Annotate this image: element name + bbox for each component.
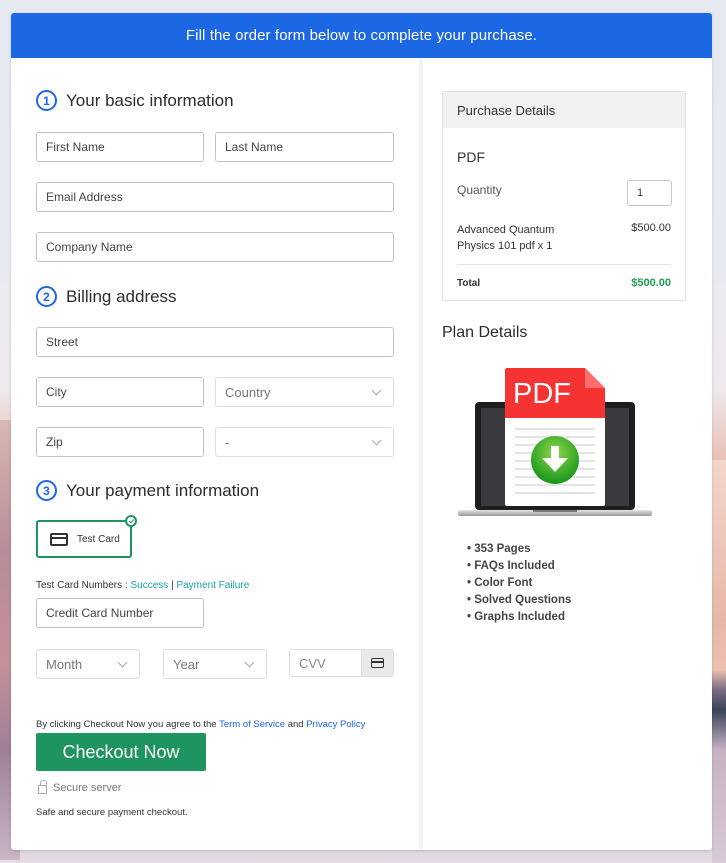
- item-name-line2: Physics 101 pdf x 1: [457, 240, 553, 252]
- month-select[interactable]: Month: [36, 649, 140, 679]
- purchase-details-header: Purchase Details: [443, 92, 685, 128]
- summary-column: Purchase Details PDF Quantity 1 Advanced…: [423, 58, 712, 850]
- agreement-prefix: By clicking Checkout Now you agree to th…: [36, 719, 217, 730]
- cvv-input[interactable]: CVV: [290, 650, 361, 676]
- background-landscape-right: [712, 460, 726, 863]
- total-label: Total: [457, 278, 481, 289]
- checkout-now-button[interactable]: Checkout Now: [36, 733, 206, 771]
- section-billing: 2 Billing address: [36, 286, 177, 307]
- total-value: $500.00: [631, 277, 671, 289]
- product-type: PDF: [457, 149, 485, 165]
- step-number-badge: 2: [36, 286, 57, 307]
- secure-server-label: Secure server: [53, 782, 122, 794]
- company-input[interactable]: Company Name: [36, 232, 394, 262]
- feature-item: Solved Questions: [467, 592, 571, 609]
- summary-divider: [457, 264, 671, 265]
- step-number-badge: 3: [36, 480, 57, 501]
- year-select[interactable]: Year: [163, 649, 267, 679]
- item-price: $500.00: [631, 222, 671, 234]
- city-input[interactable]: City: [36, 377, 204, 407]
- link-separator: |: [171, 580, 174, 591]
- secure-checkout-note: Safe and secure payment checkout.: [36, 807, 188, 818]
- feature-item: FAQs Included: [467, 558, 571, 575]
- terms-of-service-link[interactable]: Term of Service: [219, 719, 285, 730]
- plan-features-list: 353 Pages FAQs Included Color Font Solve…: [467, 541, 571, 626]
- credit-card-icon: [371, 658, 384, 668]
- form-column: 1 Your basic information First Name Last…: [11, 58, 419, 850]
- payment-method-label: Test Card: [77, 533, 120, 545]
- state-select-value: -: [225, 434, 230, 450]
- street-input[interactable]: Street: [36, 327, 394, 357]
- cvv-card-icon-addon: [361, 650, 393, 676]
- top-banner: Fill the order form below to complete yo…: [11, 13, 712, 58]
- test-card-numbers: Test Card Numbers : Success | Payment Fa…: [36, 580, 249, 591]
- section-basic-info: 1 Your basic information: [36, 90, 234, 111]
- last-name-input[interactable]: Last Name: [215, 132, 394, 162]
- order-form-card: Fill the order form below to complete yo…: [11, 13, 712, 850]
- test-card-numbers-label: Test Card Numbers :: [36, 580, 128, 591]
- first-name-input[interactable]: First Name: [36, 132, 204, 162]
- download-icon: [531, 436, 579, 484]
- country-select[interactable]: Country: [215, 377, 394, 407]
- credit-card-icon: [50, 532, 68, 546]
- chevron-down-icon: [371, 385, 382, 395]
- agreement-and: and: [287, 719, 304, 730]
- agreement-text: By clicking Checkout Now you agree to th…: [36, 719, 365, 730]
- section-title: Billing address: [66, 286, 177, 306]
- plan-details-title: Plan Details: [442, 324, 528, 341]
- quantity-input[interactable]: 1: [627, 180, 672, 206]
- quantity-label: Quantity: [457, 183, 502, 197]
- payment-failure-link[interactable]: Payment Failure: [176, 580, 249, 591]
- purchase-details-panel: Purchase Details PDF Quantity 1 Advanced…: [442, 91, 686, 301]
- payment-method-test-card[interactable]: Test Card: [36, 515, 137, 558]
- month-select-value: Month: [46, 656, 83, 672]
- section-title: Your payment information: [66, 480, 260, 500]
- step-number-badge: 1: [36, 90, 57, 111]
- pdf-label: PDF: [513, 378, 571, 410]
- chevron-down-icon: [117, 657, 128, 667]
- banner-text: Fill the order form below to complete yo…: [185, 27, 538, 44]
- pdf-download-illustration: PDF: [458, 368, 652, 516]
- item-name-line1: Advanced Quantum: [457, 224, 555, 236]
- country-select-value: Country: [225, 384, 271, 400]
- section-title: Your basic information: [66, 90, 234, 110]
- item-description: Advanced Quantum Physics 101 pdf x 1: [457, 222, 554, 254]
- zip-input[interactable]: Zip: [36, 427, 204, 457]
- feature-item: Graphs Included: [467, 609, 571, 626]
- privacy-policy-link[interactable]: Privacy Policy: [306, 719, 365, 730]
- section-payment: 3 Your payment information: [36, 480, 259, 501]
- feature-item: Color Font: [467, 575, 571, 592]
- cvv-field-group: CVV: [289, 649, 394, 677]
- feature-item: 353 Pages: [467, 541, 571, 558]
- credit-card-number-input[interactable]: Credit Card Number: [36, 598, 204, 628]
- check-circle-icon: [125, 515, 137, 527]
- chevron-down-icon: [244, 657, 255, 667]
- year-select-value: Year: [173, 656, 200, 672]
- success-link[interactable]: Success: [130, 580, 168, 591]
- email-input[interactable]: Email Address: [36, 182, 394, 212]
- state-select[interactable]: -: [215, 427, 394, 457]
- chevron-down-icon: [371, 435, 382, 445]
- lock-icon: [38, 780, 47, 794]
